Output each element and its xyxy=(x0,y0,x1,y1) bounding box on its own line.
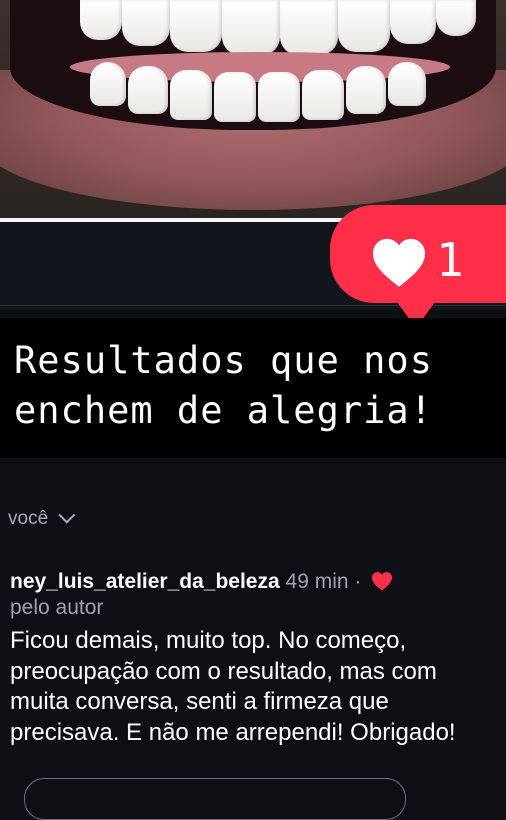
heart-icon xyxy=(373,238,425,287)
viewer-filter[interactable]: você xyxy=(8,506,76,530)
post-photo xyxy=(0,0,506,218)
reply-input[interactable] xyxy=(24,778,406,820)
comment-text: Ficou demais, muito top. No começo, preo… xyxy=(10,627,456,746)
author-note: pelo autor xyxy=(10,596,104,619)
comment-header: ney_luis_atelier_da_beleza 49 min · xyxy=(10,570,393,594)
heart-icon xyxy=(372,572,393,591)
chevron-down-icon xyxy=(58,506,76,524)
like-count: 1 xyxy=(436,233,464,287)
viewer-label: você xyxy=(8,508,49,529)
post-caption: Resultados que nos enchem de alegria! xyxy=(14,339,433,432)
comment-username[interactable]: ney_luis_atelier_da_beleza xyxy=(10,570,280,593)
comment-time: 49 min · xyxy=(285,570,362,593)
